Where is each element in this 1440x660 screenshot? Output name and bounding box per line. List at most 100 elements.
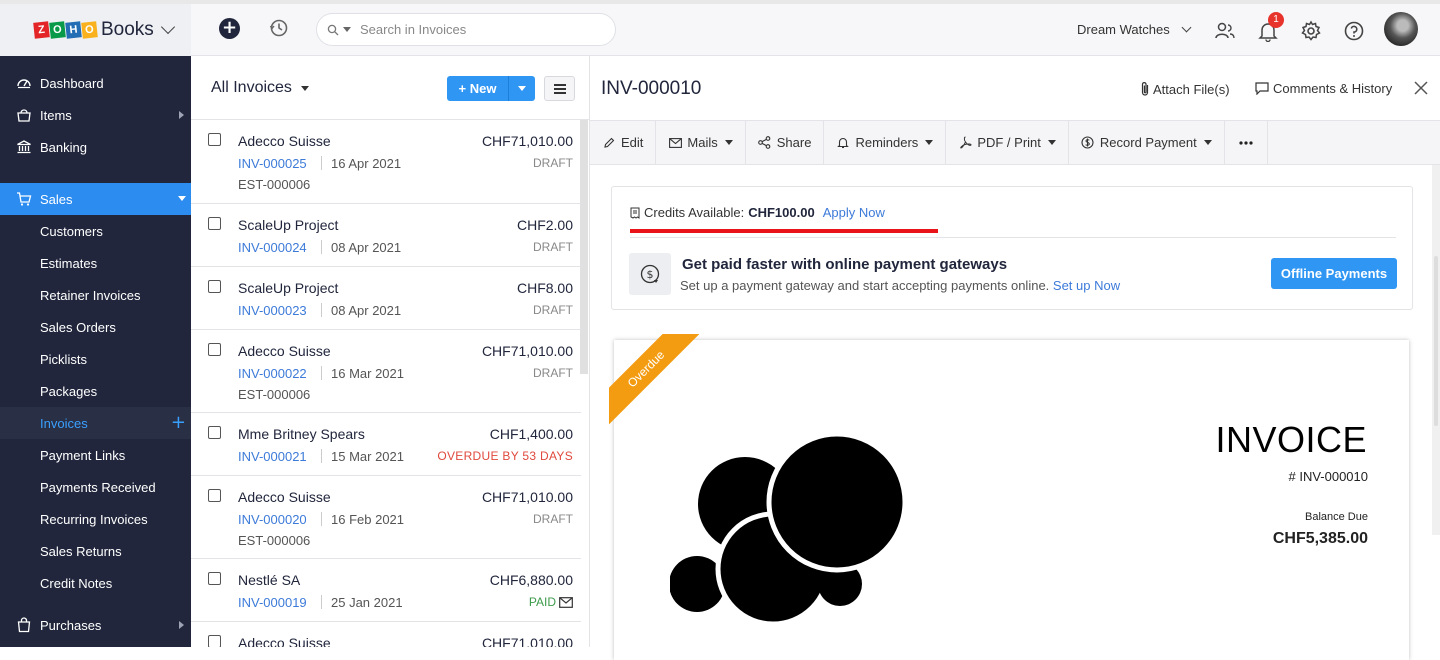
- divider: [321, 156, 322, 170]
- table-row[interactable]: Nestlé SA CHF6,880.00 INV-000019 25 Jan …: [191, 559, 581, 622]
- sidebar-item-credit-notes[interactable]: Credit Notes: [0, 567, 191, 599]
- list-menu-button[interactable]: [544, 76, 575, 101]
- invoice-list-panel: All Invoices + New Adecco Suisse CHF71,0…: [191, 56, 590, 647]
- row-checkbox[interactable]: [208, 635, 221, 647]
- sidebar-item-banking[interactable]: Banking: [0, 131, 191, 163]
- payment-gateway-icon: $: [629, 253, 671, 295]
- sidebar-item-dashboard[interactable]: Dashboard: [0, 67, 191, 99]
- search-bar[interactable]: Search in Invoices: [316, 13, 616, 46]
- row-checkbox[interactable]: [208, 133, 221, 146]
- customer-name: Adecco Suisse: [238, 343, 331, 359]
- customer-name: Adecco Suisse: [238, 133, 331, 149]
- table-row[interactable]: Adecco Suisse CHF71,010.00 INV-000025 16…: [191, 120, 581, 204]
- more-options-button[interactable]: [1225, 121, 1268, 164]
- chevron-down-icon: [178, 196, 186, 201]
- sidebar-item-picklists[interactable]: Picklists: [0, 343, 191, 375]
- table-row[interactable]: Adecco Suisse CHF71,010.00 INV-000022 16…: [191, 330, 581, 413]
- caret-down-icon: [925, 140, 934, 145]
- new-dropdown-toggle[interactable]: [509, 76, 535, 101]
- sidebar-item-sales[interactable]: Sales: [0, 183, 191, 215]
- avatar[interactable]: [1384, 12, 1418, 46]
- table-row[interactable]: ScaleUp Project CHF8.00 INV-000023 08 Ap…: [191, 267, 581, 330]
- sidebar-item-estimates[interactable]: Estimates: [0, 247, 191, 279]
- row-checkbox[interactable]: [208, 280, 221, 293]
- list-view-selector[interactable]: All Invoices: [211, 79, 292, 97]
- invoice-number[interactable]: INV-000022: [238, 366, 307, 381]
- search-input[interactable]: Search in Invoices: [360, 22, 466, 37]
- new-invoice-button[interactable]: + New: [447, 76, 535, 101]
- gateway-description: Set up a payment gateway and start accep…: [680, 278, 1120, 293]
- close-icon[interactable]: [1413, 80, 1429, 96]
- help-icon[interactable]: [1343, 20, 1365, 42]
- sidebar-item-customers[interactable]: Customers: [0, 215, 191, 247]
- org-switcher[interactable]: Z O H O Books: [0, 4, 191, 56]
- apply-now-link[interactable]: Apply Now: [823, 205, 885, 220]
- record-payment-button[interactable]: Record Payment: [1069, 121, 1225, 164]
- users-icon[interactable]: [1214, 20, 1236, 42]
- bell-icon: [836, 136, 850, 150]
- sidebar-item-payment-links[interactable]: Payment Links: [0, 439, 191, 471]
- invoice-number[interactable]: INV-000024: [238, 240, 307, 255]
- sidebar-item-packages[interactable]: Packages: [0, 375, 191, 407]
- zoho-books-logo: Z O H O Books: [33, 19, 154, 41]
- search-filter-caret-icon[interactable]: [343, 27, 351, 32]
- pdf-icon: [958, 136, 972, 150]
- table-row[interactable]: Adecco Suisse CHF71,010.00: [191, 622, 581, 647]
- logo-letter: O: [49, 21, 66, 39]
- sidebar-item-label: Dashboard: [40, 75, 104, 91]
- add-invoice-icon[interactable]: +: [171, 412, 186, 433]
- scrollbar[interactable]: [580, 120, 588, 374]
- sidebar-item-retainer-invoices[interactable]: Retainer Invoices: [0, 279, 191, 311]
- invoice-number[interactable]: INV-000019: [238, 595, 307, 610]
- offline-payments-button[interactable]: Offline Payments: [1271, 258, 1397, 289]
- cart-icon: [16, 191, 32, 207]
- invoice-number[interactable]: INV-000025: [238, 156, 307, 171]
- history-icon[interactable]: [269, 18, 289, 38]
- row-checkbox[interactable]: [208, 489, 221, 502]
- reference-number: EST-000006: [238, 533, 311, 548]
- list-header: All Invoices + New: [191, 56, 589, 120]
- caret-down-icon[interactable]: [301, 86, 309, 91]
- customer-name: ScaleUp Project: [238, 280, 339, 296]
- edit-label: Edit: [621, 135, 644, 150]
- sidebar-item-items[interactable]: Items: [0, 99, 191, 131]
- gear-icon[interactable]: [1300, 20, 1322, 42]
- invoice-number[interactable]: INV-000023: [238, 303, 307, 318]
- sidebar-item-purchases[interactable]: Purchases: [0, 609, 191, 641]
- set-up-now-link[interactable]: Set up Now: [1053, 278, 1120, 293]
- sidebar-item-sales-returns[interactable]: Sales Returns: [0, 535, 191, 567]
- invoice-number[interactable]: INV-000020: [238, 512, 307, 527]
- pdf-print-button[interactable]: PDF / Print: [946, 121, 1069, 164]
- sidebar-item-invoices[interactable]: Invoices +: [0, 407, 191, 439]
- table-row[interactable]: Adecco Suisse CHF71,010.00 INV-000020 16…: [191, 476, 581, 559]
- mails-button[interactable]: Mails: [656, 121, 746, 164]
- sidebar-item-recurring-invoices[interactable]: Recurring Invoices: [0, 503, 191, 535]
- row-checkbox[interactable]: [208, 217, 221, 230]
- quick-create-icon[interactable]: +: [219, 18, 240, 39]
- row-checkbox[interactable]: [208, 426, 221, 439]
- invoice-date: 16 Apr 2021: [331, 156, 402, 171]
- pencil-icon: [602, 136, 616, 150]
- sidebar-item-sales-orders[interactable]: Sales Orders: [0, 311, 191, 343]
- table-row[interactable]: Mme Britney Spears CHF1,400.00 INV-00002…: [191, 413, 581, 476]
- reminders-button[interactable]: Reminders: [824, 121, 947, 164]
- search-icon: [327, 24, 339, 35]
- edit-button[interactable]: Edit: [590, 121, 657, 164]
- chevron-down-icon[interactable]: [1181, 22, 1192, 33]
- new-button-main[interactable]: + New: [447, 76, 509, 101]
- scrollbar-thumb[interactable]: [1434, 256, 1438, 426]
- attach-files-button[interactable]: Attach File(s): [1140, 81, 1230, 97]
- share-button[interactable]: Share: [746, 121, 825, 164]
- more-horizontal-icon: [1239, 140, 1253, 145]
- row-checkbox[interactable]: [208, 572, 221, 585]
- chevron-down-icon[interactable]: [160, 19, 176, 35]
- table-row[interactable]: ScaleUp Project CHF2.00 INV-000024 08 Ap…: [191, 204, 581, 267]
- invoice-detail-panel: INV-000010 Attach File(s) Comments & His…: [590, 56, 1440, 660]
- sidebar-item-payments-received[interactable]: Payments Received: [0, 471, 191, 503]
- comments-history-button[interactable]: Comments & History: [1255, 81, 1392, 96]
- organization-name[interactable]: Dream Watches: [1077, 22, 1170, 37]
- sidebar-item-label: Items: [40, 107, 72, 123]
- divider: [321, 449, 322, 463]
- row-checkbox[interactable]: [208, 343, 221, 356]
- invoice-number[interactable]: INV-000021: [238, 449, 307, 464]
